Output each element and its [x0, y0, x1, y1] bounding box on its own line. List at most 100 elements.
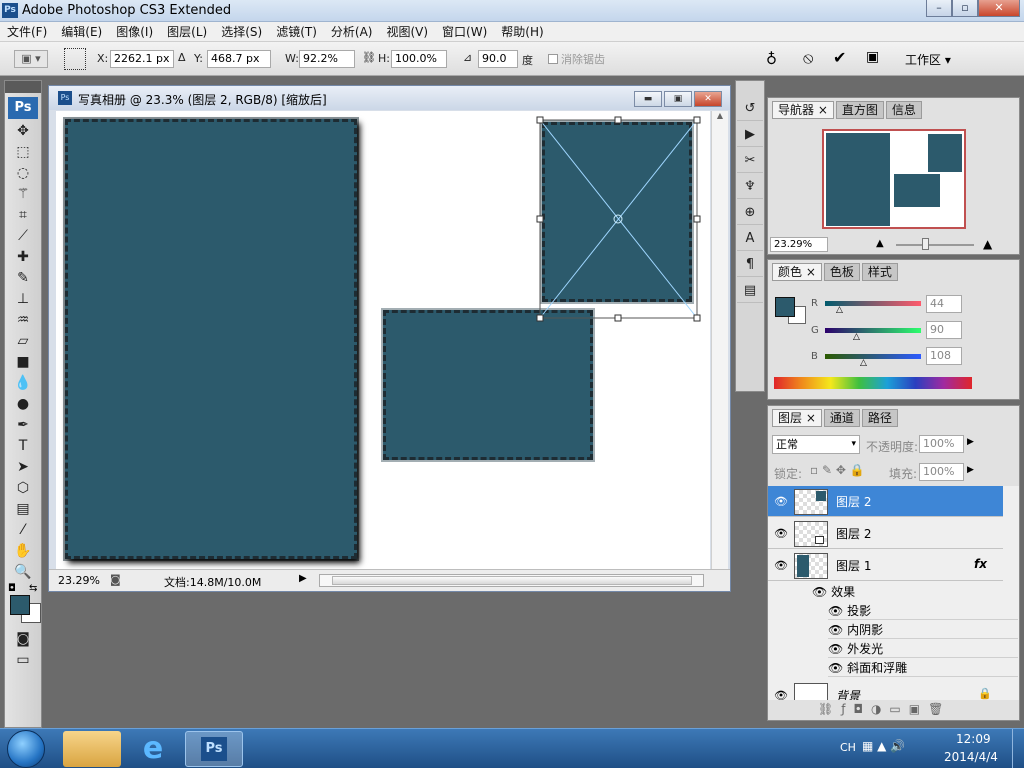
layers-footer-buttons[interactable]: ⛓ƒ◘◑▭▣🗑: [818, 702, 951, 716]
foreground-color-swatch[interactable]: [10, 595, 30, 615]
healing-brush-icon[interactable]: ✚: [5, 247, 41, 268]
commit-transform-icon[interactable]: ✔: [833, 48, 846, 67]
tab-navigator[interactable]: 导航器 ×: [772, 101, 834, 119]
workspace-menu[interactable]: 工作区 ▾: [905, 51, 951, 68]
b-slider[interactable]: [825, 354, 921, 359]
history-panel-icon[interactable]: ↺: [737, 97, 763, 121]
g-slider-thumb[interactable]: △: [853, 332, 860, 342]
crop-tool-icon[interactable]: ⌗: [5, 205, 41, 226]
rotation-field[interactable]: 90.0: [478, 50, 518, 68]
layer-row[interactable]: 👁 图层 1 fx: [768, 550, 1003, 581]
path-selection-icon[interactable]: ➤: [5, 457, 41, 478]
zoom-tool-icon[interactable]: 🔍: [5, 562, 41, 583]
input-language[interactable]: CH: [840, 741, 856, 754]
layer-fx-badge[interactable]: fx: [974, 557, 987, 571]
tab-layers[interactable]: 图层 ×: [772, 409, 822, 427]
r-value-field[interactable]: 44: [926, 295, 962, 313]
minimize-button[interactable]: –: [926, 0, 952, 17]
antialias-checkbox[interactable]: [548, 54, 558, 64]
eye-icon[interactable]: 👁: [774, 689, 788, 700]
fill-arrow-icon[interactable]: ▶: [967, 465, 974, 475]
transform-bounding-box[interactable]: [56, 111, 710, 569]
tab-channels[interactable]: 通道: [823, 409, 860, 427]
g-value-field[interactable]: 90: [926, 321, 962, 339]
effect-item[interactable]: 👁 内阴影: [828, 621, 1018, 639]
x-position-field[interactable]: 2262.1 px: [110, 50, 174, 68]
blend-mode-select[interactable]: 正常 ▾: [772, 435, 860, 454]
warp-mode-icon[interactable]: ♁: [766, 50, 777, 68]
menu-help[interactable]: 帮助(H): [494, 23, 550, 40]
magic-wand-tool-icon[interactable]: ⚚: [5, 184, 41, 205]
clone-source-icon[interactable]: ⊕: [737, 201, 763, 225]
layer-row[interactable]: 👁 图层 2: [768, 518, 1003, 549]
start-button[interactable]: [7, 730, 45, 768]
zoom-slider[interactable]: [896, 244, 974, 246]
explorer-taskbar-icon[interactable]: [63, 731, 121, 767]
menu-analysis[interactable]: 分析(A): [324, 23, 380, 40]
menu-edit[interactable]: 编辑(E): [54, 23, 109, 40]
clone-stamp-icon[interactable]: ⊥: [5, 289, 41, 310]
effect-item[interactable]: 👁 外发光: [828, 640, 1018, 658]
swap-colors-icon[interactable]: ⇆: [29, 583, 37, 594]
menu-window[interactable]: 窗口(W): [435, 23, 494, 40]
b-value-field[interactable]: 108: [926, 347, 962, 365]
link-icon[interactable]: ⛓: [362, 51, 376, 64]
window-title-bar[interactable]: Ps Adobe Photoshop CS3 Extended – ▫ ✕: [0, 0, 1024, 22]
r-slider-thumb[interactable]: △: [836, 305, 843, 315]
fill-field[interactable]: 100%: [919, 463, 964, 481]
bridge-icon[interactable]: ▣: [866, 49, 879, 65]
close-button[interactable]: ✕: [978, 0, 1020, 17]
eye-icon[interactable]: 👁: [812, 585, 827, 599]
tab-swatches[interactable]: 色板: [823, 263, 860, 281]
status-icon[interactable]: ◙: [110, 573, 121, 586]
eraser-tool-icon[interactable]: ▱: [5, 331, 41, 352]
menu-view[interactable]: 视图(V): [379, 23, 435, 40]
reference-point-icon[interactable]: [64, 48, 86, 70]
layer-name[interactable]: 背景: [836, 687, 860, 700]
horizontal-scrollbar[interactable]: [319, 574, 704, 587]
y-position-field[interactable]: 468.7 px: [207, 50, 271, 68]
eye-icon[interactable]: 👁: [828, 661, 843, 675]
default-colors-icon[interactable]: ◘: [8, 583, 16, 594]
zoom-in-icon[interactable]: ▲: [983, 237, 992, 251]
navigator-zoom-field[interactable]: 23.29%: [770, 237, 828, 252]
eyedropper-tool-icon[interactable]: ⁄: [5, 520, 41, 541]
tab-paths[interactable]: 路径: [861, 409, 898, 427]
tab-info[interactable]: 信息: [885, 101, 922, 119]
layer-name[interactable]: 图层 2: [836, 493, 871, 510]
layer-name[interactable]: 图层 1: [836, 557, 871, 574]
slice-tool-icon[interactable]: ⟋: [5, 226, 41, 247]
eye-icon[interactable]: 👁: [774, 559, 788, 572]
tab-styles[interactable]: 样式: [861, 263, 898, 281]
pen-tool-icon[interactable]: ✒: [5, 415, 41, 436]
status-menu-arrow-icon[interactable]: ▶: [299, 573, 307, 584]
menu-image[interactable]: 图像(I): [109, 23, 160, 40]
menu-select[interactable]: 选择(S): [214, 23, 269, 40]
color-fg-swatch[interactable]: [775, 297, 795, 317]
effects-group[interactable]: 👁 效果: [812, 583, 1002, 601]
gradient-tool-icon[interactable]: ■: [5, 352, 41, 373]
tool-presets-icon[interactable]: ✂: [737, 149, 763, 173]
type-tool-icon[interactable]: T: [5, 436, 41, 457]
hand-tool-icon[interactable]: ✋: [5, 541, 41, 562]
effect-item[interactable]: 👁 投影: [828, 602, 1018, 620]
b-slider-thumb[interactable]: △: [860, 358, 867, 368]
doc-maximize-button[interactable]: ▣: [664, 91, 692, 107]
menu-filter[interactable]: 滤镜(T): [269, 23, 324, 40]
shape-tool-icon[interactable]: ⬡: [5, 478, 41, 499]
lock-icons[interactable]: ▫ ✎ ✥ 🔒: [810, 463, 865, 477]
eye-icon[interactable]: 👁: [774, 527, 788, 540]
screen-mode-icon[interactable]: ▭: [5, 650, 41, 671]
layer-row[interactable]: 👁 背景 🔒: [768, 680, 1003, 700]
clock-date[interactable]: 2014/4/4: [944, 750, 998, 764]
marquee-tool-icon[interactable]: ⬚: [5, 142, 41, 163]
tool-preset-picker[interactable]: ▣ ▾: [14, 50, 48, 68]
paragraph-panel-icon[interactable]: ¶: [737, 253, 763, 277]
history-brush-icon[interactable]: ♒: [5, 310, 41, 331]
eye-icon[interactable]: 👁: [828, 604, 843, 618]
layer-name[interactable]: 图层 2: [836, 525, 871, 542]
show-desktop-button[interactable]: [1012, 729, 1024, 768]
move-tool-icon[interactable]: ✥: [5, 121, 41, 142]
maximize-button[interactable]: ▫: [952, 0, 978, 17]
cancel-transform-icon[interactable]: ⦸: [803, 48, 813, 68]
